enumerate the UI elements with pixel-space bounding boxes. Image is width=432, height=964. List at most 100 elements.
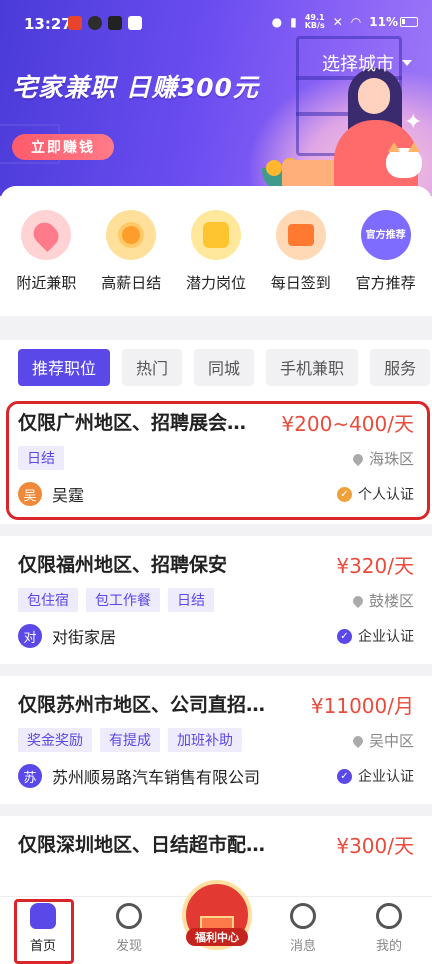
quick-entry-label: 官方推荐: [355, 274, 416, 292]
quick-entry-potential[interactable]: 潜力岗位: [174, 210, 259, 293]
job-card[interactable]: 仅限广州地区、招聘展会… ¥200~400/天 日结 海珠区 吴 吴霆 ✓ 个人…: [0, 394, 432, 524]
quick-entry-row: 附近兼职 高薪日结 潜力岗位 每日签到 官方推荐 官方推荐: [0, 210, 432, 293]
verification-label: 企业认证: [358, 769, 414, 785]
job-tag: 加班补助: [168, 728, 242, 752]
job-card[interactable]: 仅限苏州市地区、公司直招c1… ¥11000/月 奖金奖励 有提成 加班补助 吴…: [0, 676, 432, 804]
company-name: 苏州顺易路汽车销售有限公司: [52, 768, 261, 787]
wifi-icon: ◠: [350, 15, 362, 29]
sparkle-icon: ✦: [404, 110, 423, 135]
job-title: 仅限广州地区、招聘展会…: [18, 412, 247, 434]
cat-illustration: [386, 142, 422, 178]
job-location: 海珠区: [350, 448, 414, 469]
job-tag: 有提成: [100, 728, 160, 752]
official-badge-icon: 官方推荐: [360, 210, 411, 260]
quick-entry-checkin[interactable]: 每日签到: [258, 210, 343, 293]
job-salary: ¥320/天: [336, 554, 414, 578]
job-tag: 日结: [18, 446, 64, 470]
quick-entry-label: 潜力岗位: [185, 274, 246, 292]
tab-mobile-parttime[interactable]: 手机兼职: [266, 348, 359, 386]
fruit-illustration: [266, 160, 282, 176]
job-tags: 日结: [18, 446, 64, 470]
home-icon: [30, 903, 56, 929]
quick-entry-official[interactable]: 官方推荐 官方推荐: [343, 210, 428, 293]
profile-icon: [376, 903, 402, 929]
job-tag: 奖金奖励: [18, 728, 92, 752]
vibrate-icon: ▮: [290, 15, 297, 29]
job-company: 苏 苏州顺易路汽车销售有限公司: [18, 764, 260, 788]
select-city-label: 选择城市: [322, 54, 394, 75]
job-location-label: 鼓楼区: [368, 592, 414, 610]
avatar: 苏: [18, 764, 42, 788]
welfare-center-label: 福利中心: [186, 928, 248, 946]
tabbar-discover[interactable]: 发现: [94, 903, 164, 954]
select-city-button[interactable]: 选择城市: [322, 50, 412, 76]
tabbar-messages-label: 消息: [289, 939, 316, 954]
quick-entry-high-pay[interactable]: 高薪日结: [89, 210, 174, 293]
job-title: 仅限福州地区、招聘保安: [18, 554, 228, 576]
location-icon: [21, 210, 72, 260]
tabbar-discover-label: 发现: [115, 939, 142, 954]
quick-entry-label: 每日签到: [270, 274, 331, 292]
app-notification-icon: [88, 16, 102, 30]
banner-headline: 宅家兼职 日赚300元: [12, 73, 259, 102]
company-name: 吴霆: [52, 486, 85, 505]
job-card[interactable]: 仅限福州地区、招聘保安 ¥320/天 包住宿 包工作餐 日结 鼓楼区 对 对街家…: [0, 536, 432, 664]
quick-entry-label: 附近兼职: [16, 274, 77, 292]
verification-label: 个人认证: [358, 487, 414, 503]
map-pin-icon: [350, 593, 366, 608]
tab-hot[interactable]: 热门: [122, 348, 183, 386]
job-tag: 包工作餐: [86, 588, 160, 612]
job-tag: 包住宿: [18, 588, 78, 612]
verification-badge: ✓ 企业认证: [337, 626, 414, 646]
checkin-icon: [275, 210, 326, 260]
check-circle-icon: ✓: [337, 628, 352, 644]
message-icon: [290, 903, 316, 929]
job-location-label: 海珠区: [368, 450, 414, 468]
tabbar-home[interactable]: 首页: [8, 903, 78, 954]
status-time: 13:27: [24, 15, 72, 33]
job-title: 仅限深圳地区、日结超市配送一…: [18, 834, 268, 856]
battery-indicator: 11%: [369, 15, 418, 29]
map-pin-icon: [350, 451, 366, 466]
app-notification-icon: [68, 16, 82, 30]
verification-badge: ✓ 企业认证: [337, 766, 414, 786]
tab-service[interactable]: 服务: [370, 348, 431, 386]
company-name: 对街家居: [52, 628, 117, 647]
earn-now-button[interactable]: 立即赚钱: [12, 134, 114, 160]
location-status-icon: ●: [271, 15, 283, 29]
check-circle-icon: ✓: [337, 768, 352, 784]
status-bar: 13:27 ● ▮ 49.1 KB/s ✕ ◠ 11%: [0, 0, 432, 48]
app-notification-icon: [108, 16, 122, 30]
job-salary: ¥200~400/天: [281, 412, 414, 436]
job-location: 鼓楼区: [350, 590, 414, 611]
avatar: 对: [18, 624, 42, 648]
job-company: 对 对街家居: [18, 624, 116, 648]
tab-same-city[interactable]: 同城: [194, 348, 255, 386]
tab-recommended[interactable]: 推荐职位: [18, 348, 111, 386]
calendar-heart-icon: [190, 210, 241, 260]
tabbar-messages[interactable]: 消息: [268, 903, 338, 954]
verification-label: 企业认证: [358, 629, 414, 645]
notification-icons: [68, 16, 142, 30]
quick-entry-nearby[interactable]: 附近兼职: [4, 210, 89, 293]
no-sim-icon: ✕: [332, 15, 343, 29]
job-tags: 包住宿 包工作餐 日结: [18, 588, 214, 612]
battery-icon: [400, 17, 418, 27]
app-notification-icon: [128, 16, 142, 30]
net-speed: 49.1 KB/s: [304, 13, 325, 30]
status-right: ● ▮ 49.1 KB/s ✕ ◠ 11%: [272, 14, 418, 30]
tabbar-mine[interactable]: 我的: [354, 903, 424, 954]
quick-entry-label: 高薪日结: [101, 274, 162, 292]
discover-icon: [116, 903, 142, 929]
job-location: 吴中区: [350, 730, 414, 751]
chevron-down-icon: [402, 60, 412, 66]
tabbar-home-label: 首页: [29, 939, 56, 954]
job-salary: ¥11000/月: [310, 694, 414, 718]
map-pin-icon: [350, 733, 366, 748]
hero-banner[interactable]: ✦ 13:27 ● ▮ 49.1 KB/s ✕ ◠ 11% 选择城市 宅家兼职 日…: [0, 0, 432, 196]
coin-icon: [106, 210, 157, 260]
quick-entry-panel: 附近兼职 高薪日结 潜力岗位 每日签到 官方推荐 官方推荐: [0, 186, 432, 316]
job-title: 仅限苏州市地区、公司直招c1…: [18, 694, 268, 716]
tabbar-mine-label: 我的: [375, 939, 402, 954]
job-company: 吴 吴霆: [18, 482, 84, 506]
